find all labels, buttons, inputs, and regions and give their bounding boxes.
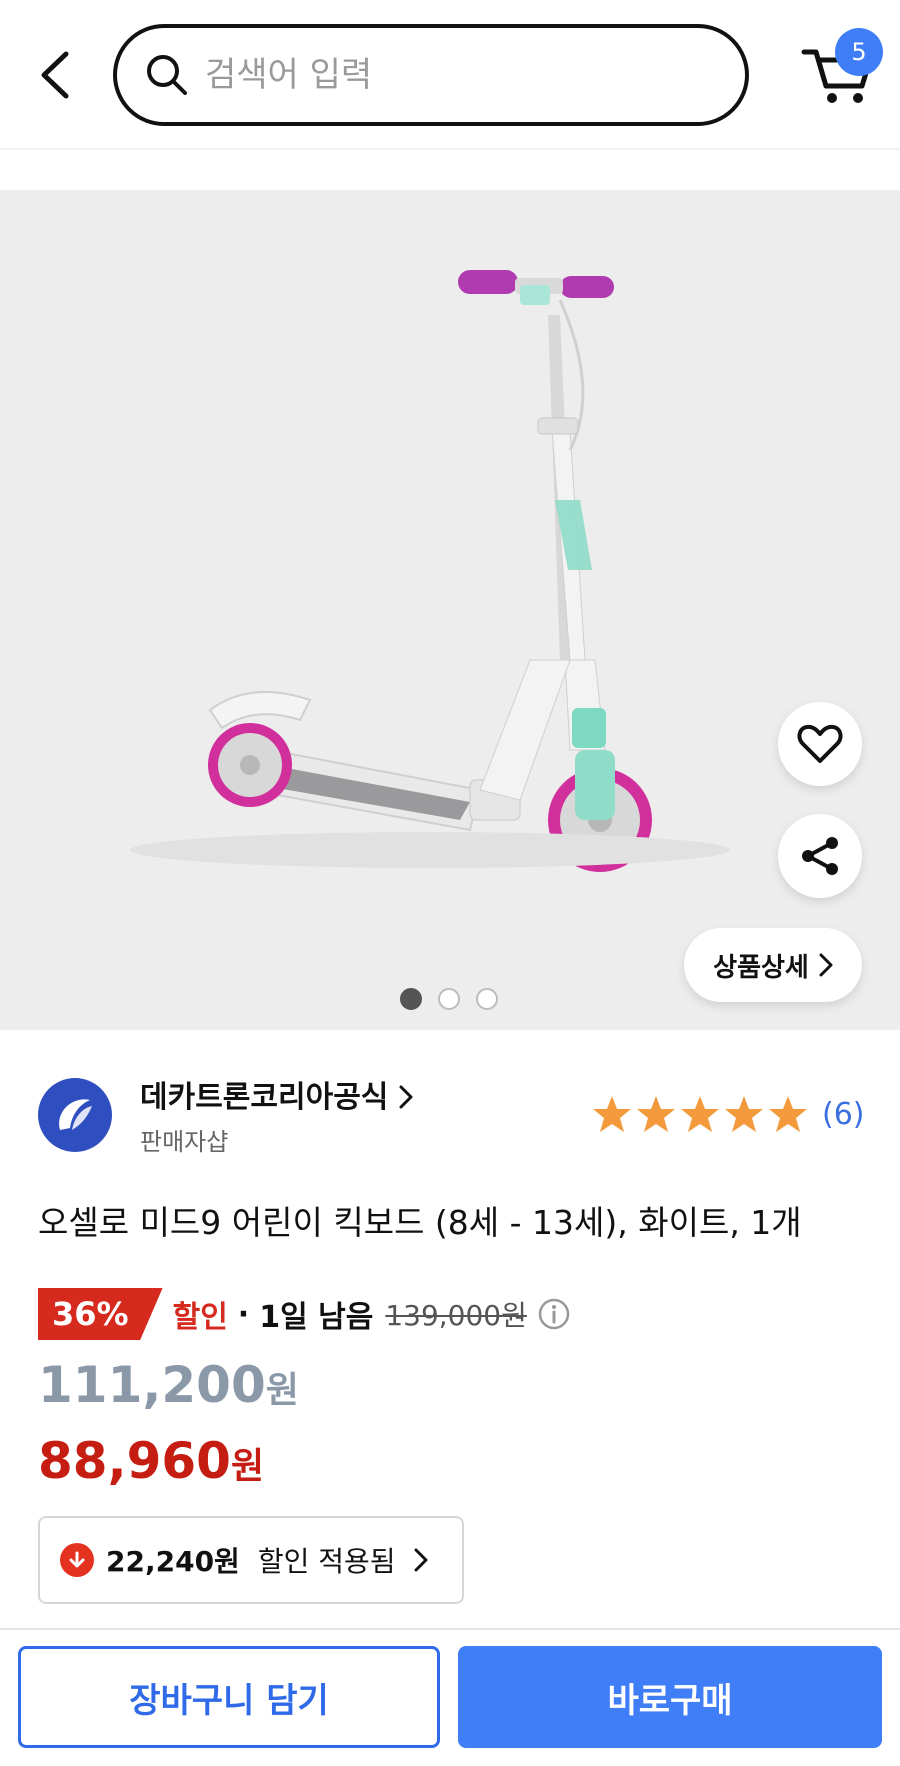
wishlist-button[interactable] xyxy=(778,702,862,786)
seller-name: 데카트론코리아공식 xyxy=(140,1080,389,1115)
star-icon xyxy=(725,1096,763,1132)
carousel-dot-1[interactable] xyxy=(400,988,422,1010)
coupon-text: 할인 적용됨 xyxy=(257,1545,396,1578)
chevron-left-icon xyxy=(41,51,69,99)
sale-price-number: 111,200 xyxy=(38,1356,266,1414)
star-icon xyxy=(681,1096,719,1132)
review-count: (6) xyxy=(822,1096,865,1132)
cart-count-badge: 5 xyxy=(835,28,883,76)
share-button[interactable] xyxy=(778,814,862,898)
carousel-dot-3[interactable] xyxy=(476,988,498,1010)
search-input[interactable] xyxy=(205,55,665,95)
final-price: 88,960원 xyxy=(38,1432,264,1490)
discount-badge: 36% xyxy=(38,1288,163,1340)
info-icon[interactable] xyxy=(537,1297,571,1331)
seller-name-link[interactable]: 데카트론코리아공식 xyxy=(140,1072,413,1116)
buy-now-button[interactable]: 바로구매 xyxy=(458,1646,882,1748)
star-icon xyxy=(637,1096,675,1132)
coupon-discount-button[interactable]: 22,240원 할인 적용됨 xyxy=(38,1516,464,1604)
add-to-cart-button[interactable]: 장바구니 담기 xyxy=(18,1646,440,1748)
sale-price-unit: 원 xyxy=(265,1370,299,1411)
product-detail-label: 상품상세 xyxy=(713,952,809,983)
share-icon xyxy=(802,837,838,875)
seller-logo[interactable] xyxy=(38,1078,112,1152)
search-icon xyxy=(147,55,187,95)
top-header: 5 xyxy=(0,0,900,150)
sale-price: 111,200원 xyxy=(38,1356,299,1414)
coupon-amount: 22,240원 xyxy=(106,1545,240,1578)
product-image-carousel[interactable] xyxy=(0,190,900,1030)
heart-icon xyxy=(797,724,843,763)
seller-type: 판매자샵 xyxy=(140,1128,229,1156)
carousel-dots xyxy=(400,988,498,1010)
product-image-scooter xyxy=(130,270,730,872)
carousel-dot-2[interactable] xyxy=(438,988,460,1010)
back-button[interactable] xyxy=(30,40,80,110)
chevron-right-icon xyxy=(414,1548,428,1572)
bottom-divider xyxy=(0,1628,900,1630)
discount-label: 할인 xyxy=(172,1300,228,1335)
decathlon-logo-icon xyxy=(59,1099,92,1130)
search-bar[interactable] xyxy=(113,24,749,126)
final-price-unit: 원 xyxy=(230,1446,265,1487)
chevron-right-icon xyxy=(819,953,833,977)
header-divider xyxy=(0,148,900,150)
star-icon xyxy=(593,1096,631,1132)
rating[interactable]: (6) xyxy=(592,1094,865,1134)
chevron-right-icon xyxy=(399,1085,413,1109)
star-icon xyxy=(769,1096,807,1132)
discount-row: 36% 할인 · 1일 남음 139,000원 xyxy=(38,1288,571,1340)
product-detail-button[interactable]: 상품상세 xyxy=(684,928,862,1002)
separator: · xyxy=(237,1296,250,1332)
original-price: 139,000원 xyxy=(385,1299,527,1332)
time-left: 1일 남음 xyxy=(259,1300,374,1335)
product-title: 오셀로 미드9 어린이 킥보드 (8세 - 13세), 화이트, 1개 xyxy=(38,1203,802,1242)
arrow-down-icon xyxy=(60,1543,94,1577)
final-price-number: 88,960 xyxy=(38,1432,231,1490)
